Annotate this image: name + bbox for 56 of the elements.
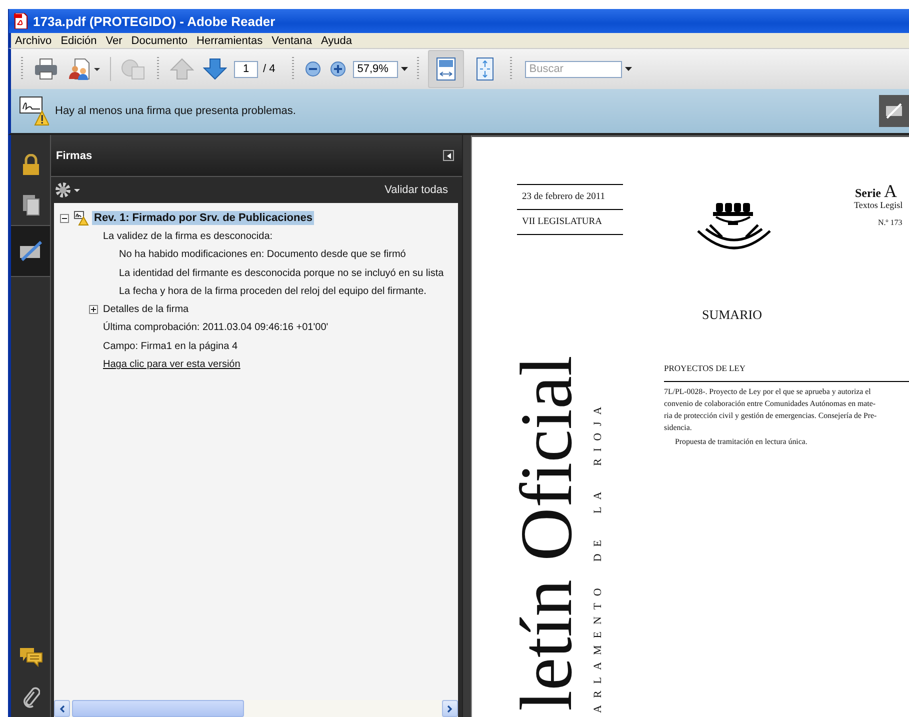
collapse-panel-button[interactable] xyxy=(443,150,454,161)
series-label: Serie xyxy=(855,186,881,201)
issue-number: N.º 173 xyxy=(878,218,902,227)
menu-item[interactable]: Herramientas xyxy=(196,34,263,46)
zoom-field[interactable]: 57,9% xyxy=(353,60,398,78)
signature-warning-icon xyxy=(74,210,89,226)
triangle-left-icon[interactable] xyxy=(446,152,450,158)
search-field[interactable]: Buscar xyxy=(525,60,622,78)
panel-title: Firmas xyxy=(56,150,92,162)
masthead-subtitle: ARLAMENTO DE LA RIOJA xyxy=(593,400,604,713)
scroll-right-icon[interactable] xyxy=(447,704,453,712)
fit-page-icon[interactable] xyxy=(476,57,494,81)
expand-toggle[interactable] xyxy=(60,214,71,223)
section-heading: PROYECTOS DE LEY xyxy=(664,363,746,373)
signature-entry[interactable]: Rev. 1: Firmado por Srv. de Publicaciones xyxy=(92,211,314,226)
page-count: / 4 xyxy=(263,63,276,75)
expand-toggle[interactable] xyxy=(89,305,100,314)
menu-item[interactable]: Ayuda xyxy=(320,34,352,46)
signature-detail: La identidad del firmante es desconocida porque no se incluyó en su lista xyxy=(119,268,444,279)
signature-panel-button[interactable] xyxy=(879,95,909,127)
signature-detail: Última comprobación: 2011.03.04 09:46:16 +01'00' xyxy=(103,322,328,334)
legislature-label: VII LEGISLATURA xyxy=(517,210,623,235)
window-title: 173a.pdf (PROTEGIDO) - Adobe Reader xyxy=(33,14,276,28)
view-version-link[interactable]: Haga clic para ver esta versión xyxy=(103,359,240,370)
summary-heading: SUMARIO xyxy=(702,307,762,323)
menu-item[interactable]: Ver xyxy=(106,34,122,46)
signature-warning-message: Hay al menos una firma que presenta problemas. xyxy=(55,105,296,117)
tree-item[interactable]: Detalles de la firma xyxy=(103,304,189,316)
zoom-in-button[interactable] xyxy=(328,59,348,79)
signature-pen-icon[interactable] xyxy=(11,225,50,277)
page-number-field[interactable]: 1 xyxy=(234,60,258,78)
pdf-file-icon xyxy=(14,13,28,29)
caret-icon[interactable] xyxy=(625,67,632,71)
signature-detail: No ha habido modificaciones en: Documento desde que se firmó xyxy=(119,249,406,260)
caret-icon[interactable] xyxy=(401,67,408,71)
options-menu-button[interactable] xyxy=(55,182,81,198)
fit-width-icon[interactable] xyxy=(436,57,456,81)
signature-detail: La fecha y hora de la firma proceden del reloj del equipo del firmante. xyxy=(119,286,426,297)
validate-all-button[interactable]: Validar todas xyxy=(384,184,448,196)
next-page-button[interactable] xyxy=(201,56,229,82)
fit-width-button[interactable] xyxy=(428,50,464,88)
signature-detail: La validez de la firma es desconocida: xyxy=(103,230,273,242)
series-letter: A xyxy=(884,181,897,202)
scroll-left-icon[interactable] xyxy=(59,704,65,712)
menu-item[interactable]: Ventana xyxy=(272,34,312,46)
signature-warning-icon xyxy=(19,96,49,126)
horizontal-scrollbar[interactable] xyxy=(54,700,458,717)
signature-detail: Campo: Firma1 en la página 4 xyxy=(103,340,238,352)
menu-item[interactable]: Archivo xyxy=(15,34,52,46)
menu-item[interactable]: Documento xyxy=(131,34,188,46)
masthead-title: letín Oficial xyxy=(510,356,584,711)
document-date: 23 de febrero de 2011 xyxy=(517,185,623,210)
zoom-out-button[interactable] xyxy=(303,59,324,79)
print-button[interactable] xyxy=(32,56,60,82)
menu-item[interactable]: Edición xyxy=(60,34,97,46)
series-subtitle: Textos Legisl xyxy=(854,200,903,210)
